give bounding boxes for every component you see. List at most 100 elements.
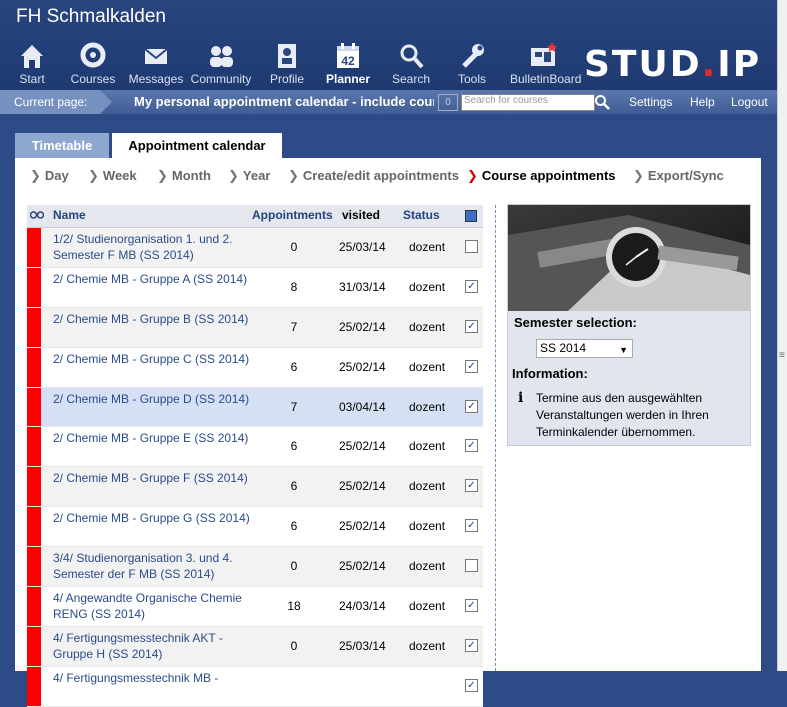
status: dozent <box>409 559 446 574</box>
status: dozent <box>409 399 446 414</box>
course-name[interactable]: 2/ Chemie MB - Gruppe A (SS 2014) <box>53 271 253 287</box>
visited-date: 25/02/14 <box>339 519 386 534</box>
nav-profile[interactable]: Profile <box>255 42 319 86</box>
nav-label: Search <box>391 72 431 86</box>
course-name[interactable]: 4/ Fertigungsmesstechnik MB - <box>53 670 253 686</box>
course-name[interactable]: 4/ Angewandte Organische Chemie RENG (SS… <box>53 590 253 622</box>
nav-bulletinboard[interactable]: BulletinBoard <box>510 42 581 86</box>
resize-handle[interactable]: ≡ <box>779 350 785 361</box>
row-checkbox[interactable]: ✓ <box>465 439 478 453</box>
nav-planner[interactable]: 42 Planner <box>316 42 380 86</box>
appointments-count: 0 <box>290 559 298 574</box>
row-checkbox[interactable]: ✓ <box>465 279 478 293</box>
nav-community[interactable]: Community <box>189 42 253 86</box>
color-marker <box>27 666 41 706</box>
subnav-day[interactable]: ❯ Day <box>30 168 69 184</box>
appointments-count: 7 <box>290 319 298 334</box>
table-row: 1/2/ Studienorganisation 1. und 2. Semes… <box>27 228 483 268</box>
col-visited[interactable]: visited <box>342 208 380 222</box>
color-marker <box>27 347 41 387</box>
status: dozent <box>409 638 446 653</box>
status: dozent <box>409 240 446 254</box>
breadcrumb-arrow <box>100 90 112 114</box>
table-header: Name Appointments visited Status <box>27 205 483 228</box>
appointments-count: 6 <box>290 479 298 494</box>
chevron-down-icon: ▼ <box>619 345 628 355</box>
row-checkbox[interactable]: ✓ <box>465 678 478 692</box>
col-appointments[interactable]: Appointments <box>252 208 333 222</box>
course-name[interactable]: 4/ Fertigungsmesstechnik AKT - Gruppe H … <box>53 630 253 662</box>
course-name[interactable]: 2/ Chemie MB - Gruppe D (SS 2014) <box>53 391 253 407</box>
course-name[interactable]: 2/ Chemie MB - Gruppe B (SS 2014) <box>53 311 253 327</box>
course-search-input[interactable]: Search for courses <box>461 94 595 111</box>
color-marker <box>27 387 41 427</box>
subnav-course-appointments[interactable]: ❯ Course appointments <box>467 168 616 184</box>
status: dozent <box>409 479 446 494</box>
help-link[interactable]: Help <box>690 90 715 114</box>
color-marker <box>27 427 41 467</box>
envelope-icon <box>144 48 168 64</box>
sidebar: Semester selection: SS 2014 ▼ Information… <box>507 204 751 446</box>
subnav-year[interactable]: ❯ Year <box>228 168 270 184</box>
course-name[interactable]: 3/4/ Studienorganisation 3. und 4. Semes… <box>53 550 253 582</box>
visited-date: 25/03/14 <box>339 638 386 653</box>
semester-selection-label: Semester selection: <box>514 315 637 330</box>
visited-date: 25/02/14 <box>339 479 386 494</box>
settings-link[interactable]: Settings <box>629 90 672 114</box>
subnav-week[interactable]: ❯ Week <box>88 168 137 184</box>
info-icon: i <box>518 390 524 406</box>
nav-tools[interactable]: Tools <box>440 42 504 86</box>
breadcrumb-bar: Current page: My personal appointment ca… <box>0 90 777 114</box>
courses-icon <box>80 42 106 68</box>
nav-courses[interactable]: Courses <box>61 42 125 86</box>
row-checkbox[interactable] <box>465 559 478 573</box>
visited-date: 25/02/14 <box>339 319 386 334</box>
row-checkbox[interactable]: ✓ <box>465 638 478 652</box>
col-name[interactable]: Name <box>53 208 86 222</box>
semester-select[interactable]: SS 2014 ▼ <box>536 339 633 358</box>
table-row: 2/ Chemie MB - Gruppe F (SS 2014) 6 25/02/… <box>27 467 483 508</box>
scrollbar[interactable] <box>777 0 787 671</box>
search-icon[interactable] <box>594 94 610 110</box>
column-divider <box>495 205 496 671</box>
color-marker <box>27 626 41 666</box>
row-checkbox[interactable]: ✓ <box>465 319 478 333</box>
appointments-count: 6 <box>290 359 298 374</box>
nav-label: Tools <box>457 72 486 86</box>
visited-date: 03/04/14 <box>339 399 386 414</box>
subnav-create-edit[interactable]: ❯ Create/edit appointments <box>288 168 459 184</box>
course-name[interactable]: 1/2/ Studienorganisation 1. und 2. Semes… <box>53 231 253 263</box>
row-checkbox[interactable] <box>465 240 478 253</box>
logout-link[interactable]: Logout <box>731 90 768 114</box>
studip-logo: STUD.IP <box>584 44 762 85</box>
row-checkbox[interactable]: ✓ <box>465 519 478 533</box>
col-status[interactable]: Status <box>403 208 440 222</box>
subnav-export-sync[interactable]: ❯ Export/Sync <box>633 168 724 184</box>
status: dozent <box>409 439 446 454</box>
nav-label: Messages <box>128 72 184 86</box>
app-title: FH Schmalkalden <box>16 6 166 27</box>
subnav-month[interactable]: ❯ Month <box>157 168 211 184</box>
tab-appointment-calendar[interactable]: Appointment calendar <box>112 133 282 158</box>
row-checkbox[interactable]: ✓ <box>465 599 478 613</box>
visited-date: 25/02/14 <box>339 559 386 574</box>
row-checkbox[interactable]: ✓ <box>465 479 478 493</box>
link-icon[interactable] <box>30 211 44 219</box>
watch-photo <box>508 205 750 311</box>
nav-search[interactable]: Search <box>379 42 443 86</box>
table-body: 1/2/ Studienorganisation 1. und 2. Semes… <box>27 228 483 707</box>
row-checkbox[interactable]: ✓ <box>465 399 478 413</box>
select-all-checkbox[interactable] <box>465 210 477 222</box>
course-name[interactable]: 2/ Chemie MB - Gruppe G (SS 2014) <box>53 510 253 526</box>
table-row: 2/ Chemie MB - Gruppe D (SS 2014) 7 03/04/… <box>27 387 483 428</box>
community-icon <box>210 46 233 67</box>
nav-messages[interactable]: Messages <box>124 42 188 86</box>
color-marker <box>27 467 41 507</box>
course-name[interactable]: 2/ Chemie MB - Gruppe F (SS 2014) <box>53 470 253 486</box>
course-name[interactable]: 2/ Chemie MB - Gruppe E (SS 2014) <box>53 430 253 446</box>
row-checkbox[interactable]: ✓ <box>465 359 478 373</box>
course-name[interactable]: 2/ Chemie MB - Gruppe C (SS 2014) <box>53 351 253 367</box>
nav-start[interactable]: Start <box>0 42 64 86</box>
tab-timetable[interactable]: Timetable <box>15 133 109 158</box>
appointments-count: 8 <box>290 279 298 294</box>
